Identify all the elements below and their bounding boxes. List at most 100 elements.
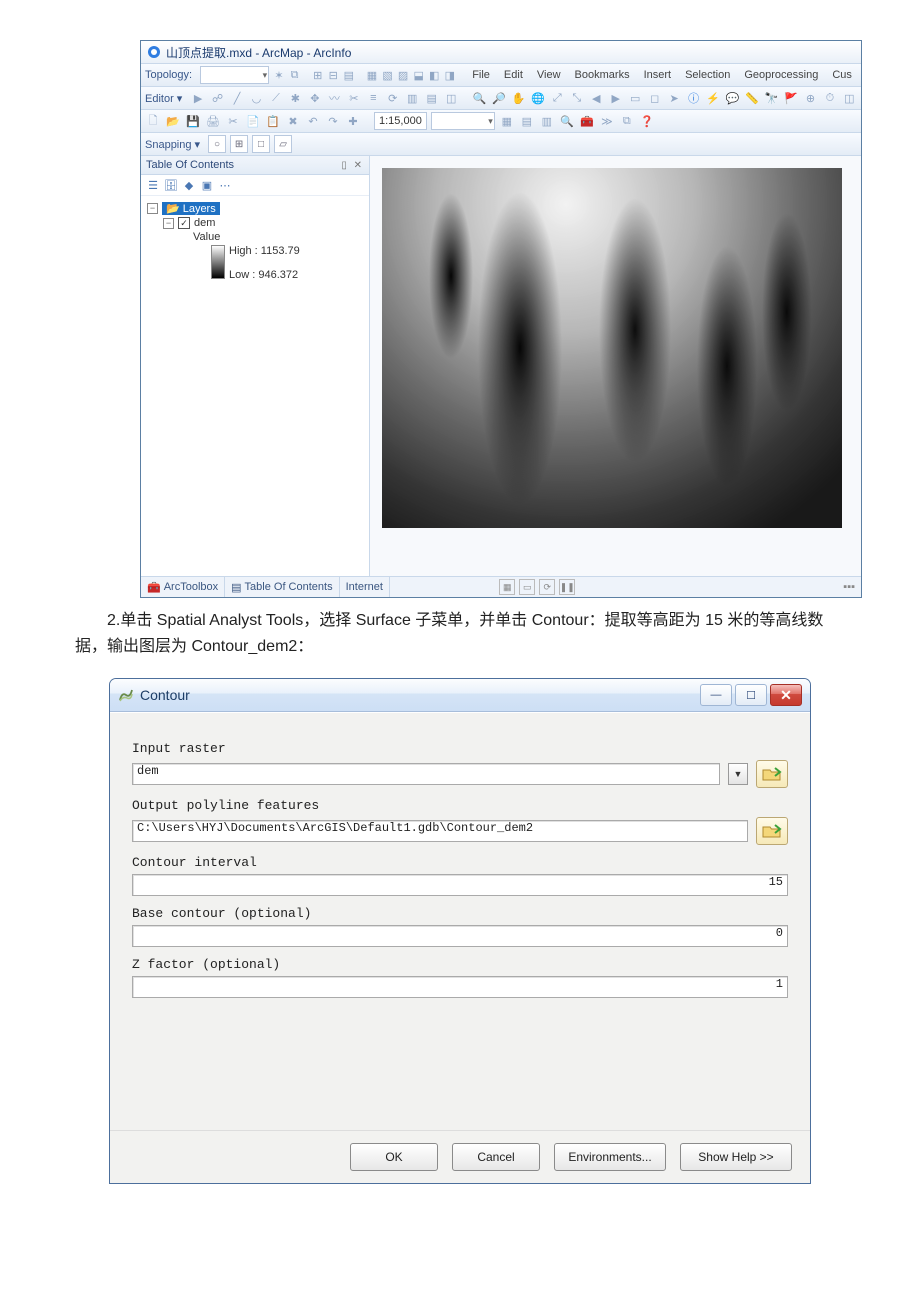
topology-select-icon[interactable]: ✶: [273, 67, 285, 83]
find-route-icon[interactable]: 🚩: [783, 90, 798, 106]
dem-checkbox[interactable]: ✓: [178, 217, 190, 229]
point-icon[interactable]: ✱: [288, 90, 303, 106]
tab-toc[interactable]: ▤ Table Of Contents: [225, 577, 339, 597]
arc-segment-icon[interactable]: ◡: [249, 90, 264, 106]
catalog-window-icon[interactable]: ▥: [539, 113, 555, 129]
open-icon[interactable]: 📂: [165, 113, 181, 129]
fixed-zoom-in-icon[interactable]: ⤢: [550, 90, 565, 106]
sketch-properties-icon[interactable]: ▤: [424, 90, 439, 106]
fix-topology-icon[interactable]: ⊟: [327, 67, 339, 83]
arctoolbox-window-icon[interactable]: 🧰: [579, 113, 595, 129]
minimize-button[interactable]: —: [700, 684, 732, 706]
menu-edit[interactable]: Edit: [499, 69, 528, 81]
reshape-icon[interactable]: 〰: [327, 90, 342, 106]
create-viewer-icon[interactable]: ◫: [842, 90, 857, 106]
menu-file[interactable]: File: [467, 69, 495, 81]
map-scale-input[interactable]: 1:15,000: [374, 112, 427, 130]
output-features-field[interactable]: C:\Users\HYJ\Documents\ArcGIS\Default1.g…: [132, 820, 748, 842]
options-icon[interactable]: ⋯: [217, 177, 233, 193]
menu-view[interactable]: View: [532, 69, 566, 81]
z-factor-field[interactable]: 1: [132, 976, 788, 998]
maximize-button[interactable]: ☐: [735, 684, 767, 706]
time-slider-icon[interactable]: ⏱: [822, 90, 837, 106]
model-builder-icon[interactable]: ⧉: [619, 113, 635, 129]
paste-icon[interactable]: 📋: [265, 113, 281, 129]
snap-vertex-icon[interactable]: □: [252, 135, 270, 153]
menu-customize[interactable]: Cus: [827, 69, 857, 81]
snap-point-icon[interactable]: ○: [208, 135, 226, 153]
hyperlink-icon[interactable]: ⚡: [705, 90, 720, 106]
input-raster-dropdown[interactable]: ▼: [728, 763, 748, 785]
tree-root[interactable]: − Layers: [147, 202, 363, 215]
list-by-drawing-order-icon[interactable]: ☰: [145, 177, 161, 193]
create-features-icon[interactable]: ◫: [443, 90, 458, 106]
scale-dropdown[interactable]: [431, 112, 495, 130]
help-icon[interactable]: ❓: [639, 113, 655, 129]
validate-topology-icon[interactable]: ⊞: [312, 67, 324, 83]
full-extent-icon[interactable]: 🌐: [530, 90, 545, 106]
list-by-selection-icon[interactable]: ▣: [199, 177, 215, 193]
select-features-icon[interactable]: ▭: [627, 90, 642, 106]
copy-icon[interactable]: 📄: [245, 113, 261, 129]
toolbar-icon-05[interactable]: ◧: [428, 67, 440, 83]
base-contour-field[interactable]: 0: [132, 925, 788, 947]
menu-insert[interactable]: Insert: [639, 69, 677, 81]
show-help-button[interactable]: Show Help >>: [680, 1143, 792, 1171]
attributes-icon[interactable]: ▥: [404, 90, 419, 106]
save-icon[interactable]: 💾: [185, 113, 201, 129]
measure-icon[interactable]: 📏: [744, 90, 759, 106]
menu-geoprocessing[interactable]: Geoprocessing: [739, 69, 823, 81]
list-by-visibility-icon[interactable]: ◆: [181, 177, 197, 193]
error-inspector-icon[interactable]: ▤: [343, 67, 355, 83]
python-window-icon[interactable]: ≫: [599, 113, 615, 129]
split-icon[interactable]: ≡: [366, 90, 381, 106]
add-data-icon[interactable]: ✚: [345, 113, 361, 129]
cut-polygons-icon[interactable]: ✂: [346, 90, 361, 106]
rotate-icon[interactable]: ⟳: [385, 90, 400, 106]
identify-icon[interactable]: ⓘ: [686, 90, 701, 106]
go-forward-icon[interactable]: ▶: [608, 90, 623, 106]
editor-label[interactable]: Editor ▾: [145, 92, 182, 105]
straight-segment-icon[interactable]: ╱: [229, 90, 244, 106]
snap-end-icon[interactable]: ⊞: [230, 135, 248, 153]
edit-tool-icon[interactable]: ▶: [190, 90, 205, 106]
go-to-xy-icon[interactable]: ⊕: [803, 90, 818, 106]
output-features-browse-button[interactable]: [756, 817, 788, 845]
toolbar-icon-03[interactable]: ▨: [397, 67, 409, 83]
layers-node[interactable]: Layers: [162, 202, 220, 215]
input-raster-browse-button[interactable]: [756, 760, 788, 788]
expander-icon[interactable]: −: [147, 203, 158, 214]
pause-icon[interactable]: ❚❚: [559, 579, 575, 595]
list-by-source-icon[interactable]: 🗄: [163, 177, 179, 193]
topology-dropdown[interactable]: [200, 66, 269, 84]
dem-layer-node[interactable]: − ✓ dem: [163, 217, 363, 229]
refresh-icon[interactable]: ⟳: [539, 579, 555, 595]
edit-vertices-icon[interactable]: ✥: [307, 90, 322, 106]
redo-icon[interactable]: ↷: [325, 113, 341, 129]
toolbar-icon-06[interactable]: ◨: [444, 67, 456, 83]
map-view[interactable]: [370, 156, 861, 576]
menu-selection[interactable]: Selection: [680, 69, 735, 81]
find-icon[interactable]: 🔭: [764, 90, 779, 106]
layout-view-icon[interactable]: ▭: [519, 579, 535, 595]
editor-toolbar-icon[interactable]: ▦: [499, 113, 515, 129]
toc-header-controls[interactable]: ▯ ✕: [341, 160, 364, 171]
toolbar-icon-04[interactable]: ⬓: [413, 67, 425, 83]
fixed-zoom-out-icon[interactable]: ⤡: [569, 90, 584, 106]
close-button[interactable]: ✕: [770, 684, 802, 706]
delete-icon[interactable]: ✖: [285, 113, 301, 129]
toolbar-icon-02[interactable]: ▧: [382, 67, 394, 83]
contour-interval-field[interactable]: 15: [132, 874, 788, 896]
zoom-in-icon[interactable]: 🔍: [472, 90, 487, 106]
snap-edge-icon[interactable]: ▱: [274, 135, 292, 153]
select-elements-icon[interactable]: ➤: [666, 90, 681, 106]
ok-button[interactable]: OK: [350, 1143, 438, 1171]
undo-icon[interactable]: ↶: [305, 113, 321, 129]
go-back-icon[interactable]: ◀: [589, 90, 604, 106]
tab-arctoolbox[interactable]: 🧰 ArcToolbox: [141, 577, 225, 597]
edit-annotation-icon[interactable]: ☍: [210, 90, 225, 106]
tab-internet[interactable]: Internet: [340, 577, 390, 597]
search-window-icon[interactable]: 🔍: [559, 113, 575, 129]
trace-icon[interactable]: ⟋: [268, 90, 283, 106]
data-view-icon[interactable]: ▦: [499, 579, 515, 595]
